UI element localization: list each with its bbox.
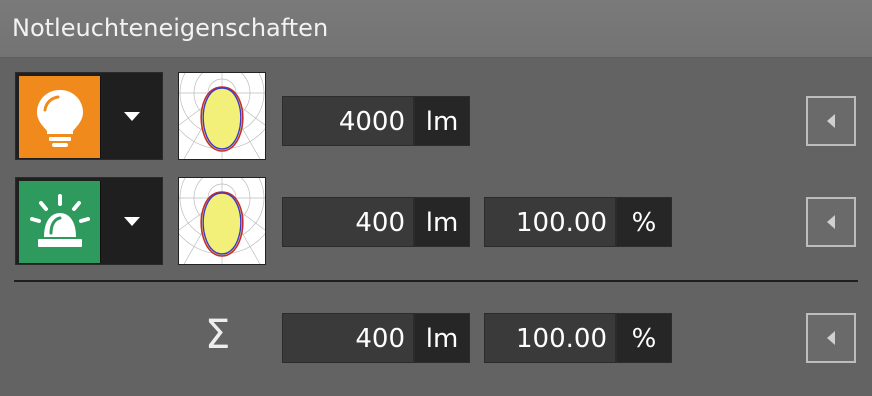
chevron-left-icon [827,114,835,128]
chevron-down-icon [124,216,140,226]
flux-unit-label: lm [414,96,470,146]
emergency-flux-field: 400 lm [282,197,470,247]
emergency-flux-input[interactable]: 400 [282,197,414,247]
flux-unit-label: lm [414,313,470,363]
panel-header: Notleuchteneigenschaften [0,0,872,58]
light-distribution-curve [165,36,279,160]
luminaire-type-dropdown[interactable] [102,73,162,159]
light-bulb-icon [19,76,101,158]
chevron-left-icon [827,331,835,345]
luminous-flux-field: 4000 lm [282,96,470,146]
sum-percent-value: 100.00 [484,313,616,363]
divider [14,280,858,282]
light-distribution-curve-emergency [165,141,279,265]
percent-unit-label: % [616,197,672,247]
luminous-flux-input[interactable]: 4000 [282,96,414,146]
panel-title: Notleuchteneigenschaften [12,14,329,42]
sum-flux-field: 400 lm [282,313,470,363]
sum-percent-field: 100.00 % [484,313,672,363]
row1-expand-button[interactable] [806,96,856,146]
sum-symbol: Σ [205,312,231,358]
emergency-percent-input[interactable]: 100.00 [484,197,616,247]
flux-unit-label: lm [414,197,470,247]
emergency-beacon-icon [19,181,101,263]
chevron-down-icon [124,111,140,121]
row2-expand-button[interactable] [806,197,856,247]
chevron-left-icon [827,215,835,229]
luminaire-type-selector[interactable] [15,72,163,160]
emergency-percent-field: 100.00 % [484,197,672,247]
emergency-type-dropdown[interactable] [102,178,162,264]
percent-unit-label: % [616,313,672,363]
sum-flux-value: 400 [282,313,414,363]
emergency-type-selector[interactable] [15,177,163,265]
sum-expand-button[interactable] [806,313,856,363]
